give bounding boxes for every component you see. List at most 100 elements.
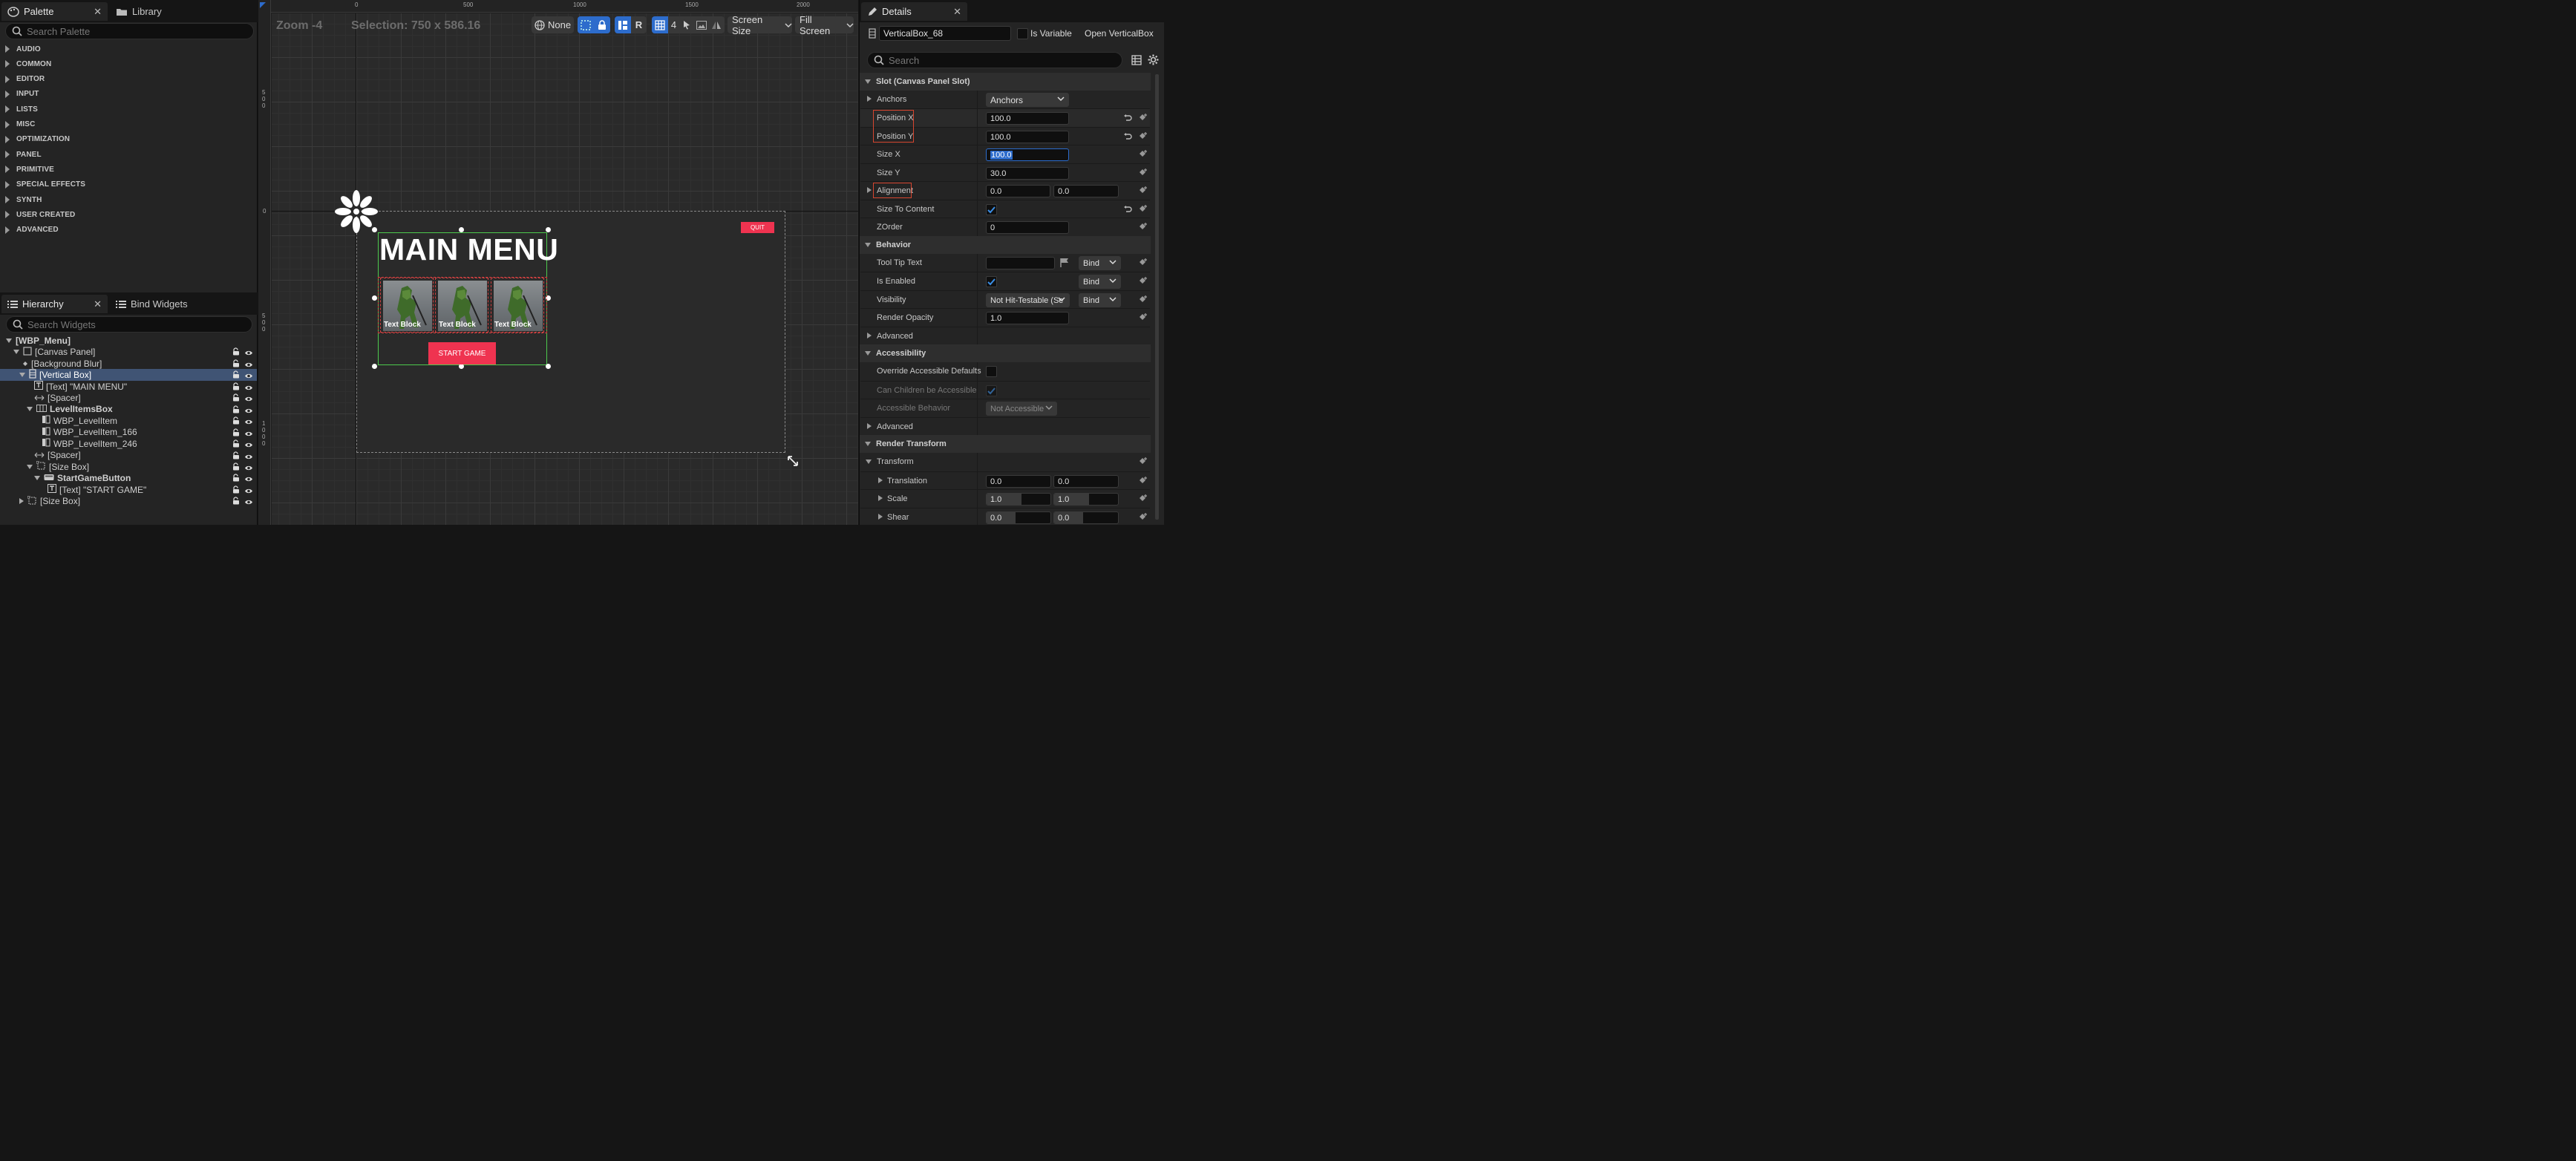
keyframe-icon[interactable]	[1138, 222, 1148, 232]
hierarchy-row[interactable]: [Vertical Box]	[0, 369, 257, 381]
palette-category-audio[interactable]: AUDIO	[0, 42, 257, 56]
palette-search-input[interactable]: Search Palette	[5, 23, 254, 39]
keyframe-icon[interactable]	[1138, 512, 1148, 522]
column-divider[interactable]	[977, 362, 978, 435]
alignment-x-field[interactable]: 0.0	[986, 185, 1050, 197]
resize-corner-icon[interactable]	[787, 455, 799, 467]
size-x-field[interactable]: 100.0	[986, 148, 1069, 161]
translation-y-field[interactable]: 0.0	[1053, 475, 1119, 488]
hierarchy-row[interactable]: WBP_LevelItem_166	[0, 427, 257, 439]
keyframe-icon[interactable]	[1138, 476, 1148, 485]
reset-icon[interactable]	[1123, 205, 1132, 214]
hierarchy-row[interactable]: [Canvas Panel]	[0, 346, 257, 358]
lock-icon[interactable]	[232, 428, 241, 439]
palette-category-panel[interactable]: PANEL	[0, 147, 257, 162]
screen-size-dropdown[interactable]: Screen Size	[728, 14, 792, 36]
collapse-icon[interactable]	[6, 338, 12, 343]
hierarchy-row[interactable]: LevelItemsBox	[0, 404, 257, 416]
close-icon[interactable]: ✕	[94, 6, 102, 18]
resize-handle[interactable]	[372, 364, 377, 369]
start-game-button[interactable]: START GAME	[428, 342, 496, 364]
bind-dropdown[interactable]: Bind	[1079, 293, 1121, 307]
section-slot[interactable]: Slot (Canvas Panel Slot)	[860, 73, 1151, 91]
lock-icon[interactable]	[232, 485, 241, 496]
hierarchy-row[interactable]: [WBP_Menu]	[0, 335, 257, 347]
keyframe-icon[interactable]	[1138, 457, 1148, 466]
lock-icon[interactable]	[232, 439, 241, 450]
shear-y-field[interactable]: 0.0	[1053, 511, 1119, 524]
close-icon[interactable]: ✕	[94, 298, 102, 310]
tab-palette[interactable]: Palette ✕	[1, 2, 108, 21]
keyframe-icon[interactable]	[1138, 204, 1148, 214]
palette-category-common[interactable]: COMMON	[0, 56, 257, 71]
keyframe-icon[interactable]	[1138, 494, 1148, 503]
hierarchy-row[interactable]: [Background Blur]	[0, 358, 257, 370]
keyframe-icon[interactable]	[1138, 168, 1148, 177]
collapse-icon[interactable]	[19, 373, 25, 378]
accessible-behavior-dropdown[interactable]: Not Accessible	[986, 402, 1057, 416]
table-view-icon[interactable]	[1131, 55, 1142, 65]
tab-hierarchy[interactable]: Hierarchy ✕	[1, 295, 108, 313]
expand-icon[interactable]	[867, 187, 872, 193]
details-search-input[interactable]: Search	[867, 52, 1122, 68]
section-render-transform[interactable]: Render Transform	[860, 435, 1151, 453]
lock-icon[interactable]	[232, 382, 241, 393]
override-accessible-checkbox[interactable]	[986, 366, 997, 377]
anchors-dropdown[interactable]: Anchors	[986, 93, 1069, 107]
keyframe-icon[interactable]	[1138, 186, 1148, 195]
scale-x-field[interactable]: 1.0	[986, 493, 1051, 506]
lock-icon[interactable]	[232, 416, 241, 427]
hierarchy-row[interactable]: [Text] "START GAME"	[0, 484, 257, 496]
keyframe-icon[interactable]	[1138, 131, 1148, 141]
position-y-field[interactable]: 100.0	[986, 131, 1069, 143]
level-item[interactable]: Text Block	[380, 278, 434, 333]
size-to-content-checkbox[interactable]	[986, 204, 997, 215]
hierarchy-row[interactable]: [Spacer]	[0, 392, 257, 404]
keyframe-icon[interactable]	[1138, 313, 1148, 322]
resize-handle[interactable]	[459, 364, 464, 369]
bind-dropdown[interactable]: Bind	[1079, 256, 1121, 270]
visibility-dropdown[interactable]: Not Hit-Testable (Se	[986, 293, 1070, 307]
keyframe-icon[interactable]	[1138, 295, 1148, 304]
scale-y-field[interactable]: 1.0	[1053, 493, 1119, 506]
palette-category-lists[interactable]: LISTS	[0, 102, 257, 117]
gear-icon[interactable]	[1148, 54, 1159, 65]
size-y-field[interactable]: 30.0	[986, 167, 1069, 180]
palette-category-editor[interactable]: EDITOR	[0, 72, 257, 87]
collapse-icon[interactable]	[27, 407, 33, 412]
lock-icon[interactable]	[232, 393, 241, 404]
image-button[interactable]	[694, 16, 709, 33]
collapse-icon[interactable]	[13, 350, 19, 355]
tab-bind-widgets[interactable]: Bind Widgets	[110, 295, 199, 313]
hierarchy-row[interactable]: [Text] "MAIN MENU"	[0, 381, 257, 393]
resize-handle[interactable]	[546, 227, 551, 232]
hierarchy-row[interactable]: [Size Box]	[0, 460, 257, 473]
is-enabled-checkbox[interactable]	[986, 276, 997, 287]
column-divider[interactable]	[977, 254, 978, 344]
palette-category-input[interactable]: INPUT	[0, 87, 257, 102]
resize-handle[interactable]	[372, 295, 377, 301]
lock-icon[interactable]	[232, 474, 241, 484]
lock-icon[interactable]	[232, 451, 241, 462]
main-menu-title[interactable]: MAIN MENU	[379, 232, 558, 267]
eye-icon[interactable]	[244, 497, 253, 508]
collapse-icon[interactable]	[27, 464, 33, 469]
palette-category-primitive[interactable]: PRIMITIVE	[0, 162, 257, 177]
pointer-button[interactable]	[679, 16, 694, 33]
hierarchy-search-input[interactable]: Search Widgets	[6, 316, 252, 333]
expand-icon[interactable]	[867, 423, 872, 429]
localization-dropdown[interactable]: None	[532, 16, 574, 33]
expand-icon[interactable]	[19, 498, 24, 505]
lock-button[interactable]	[594, 16, 610, 33]
r-button[interactable]: R	[631, 16, 647, 33]
keyframe-icon[interactable]	[1138, 113, 1148, 122]
keyframe-icon[interactable]	[1138, 258, 1148, 267]
palette-category-special-effects[interactable]: SPECIAL EFFECTS	[0, 177, 257, 192]
hierarchy-row[interactable]: StartGameButton	[0, 472, 257, 484]
open-verticalbox-link[interactable]: Open VerticalBox	[1085, 28, 1154, 39]
lock-icon[interactable]	[232, 370, 241, 381]
flag-icon[interactable]	[1059, 258, 1070, 268]
reset-icon[interactable]	[1123, 114, 1132, 122]
widget-name-field[interactable]: VerticalBox_68	[879, 26, 1011, 41]
lock-icon[interactable]	[232, 347, 241, 358]
